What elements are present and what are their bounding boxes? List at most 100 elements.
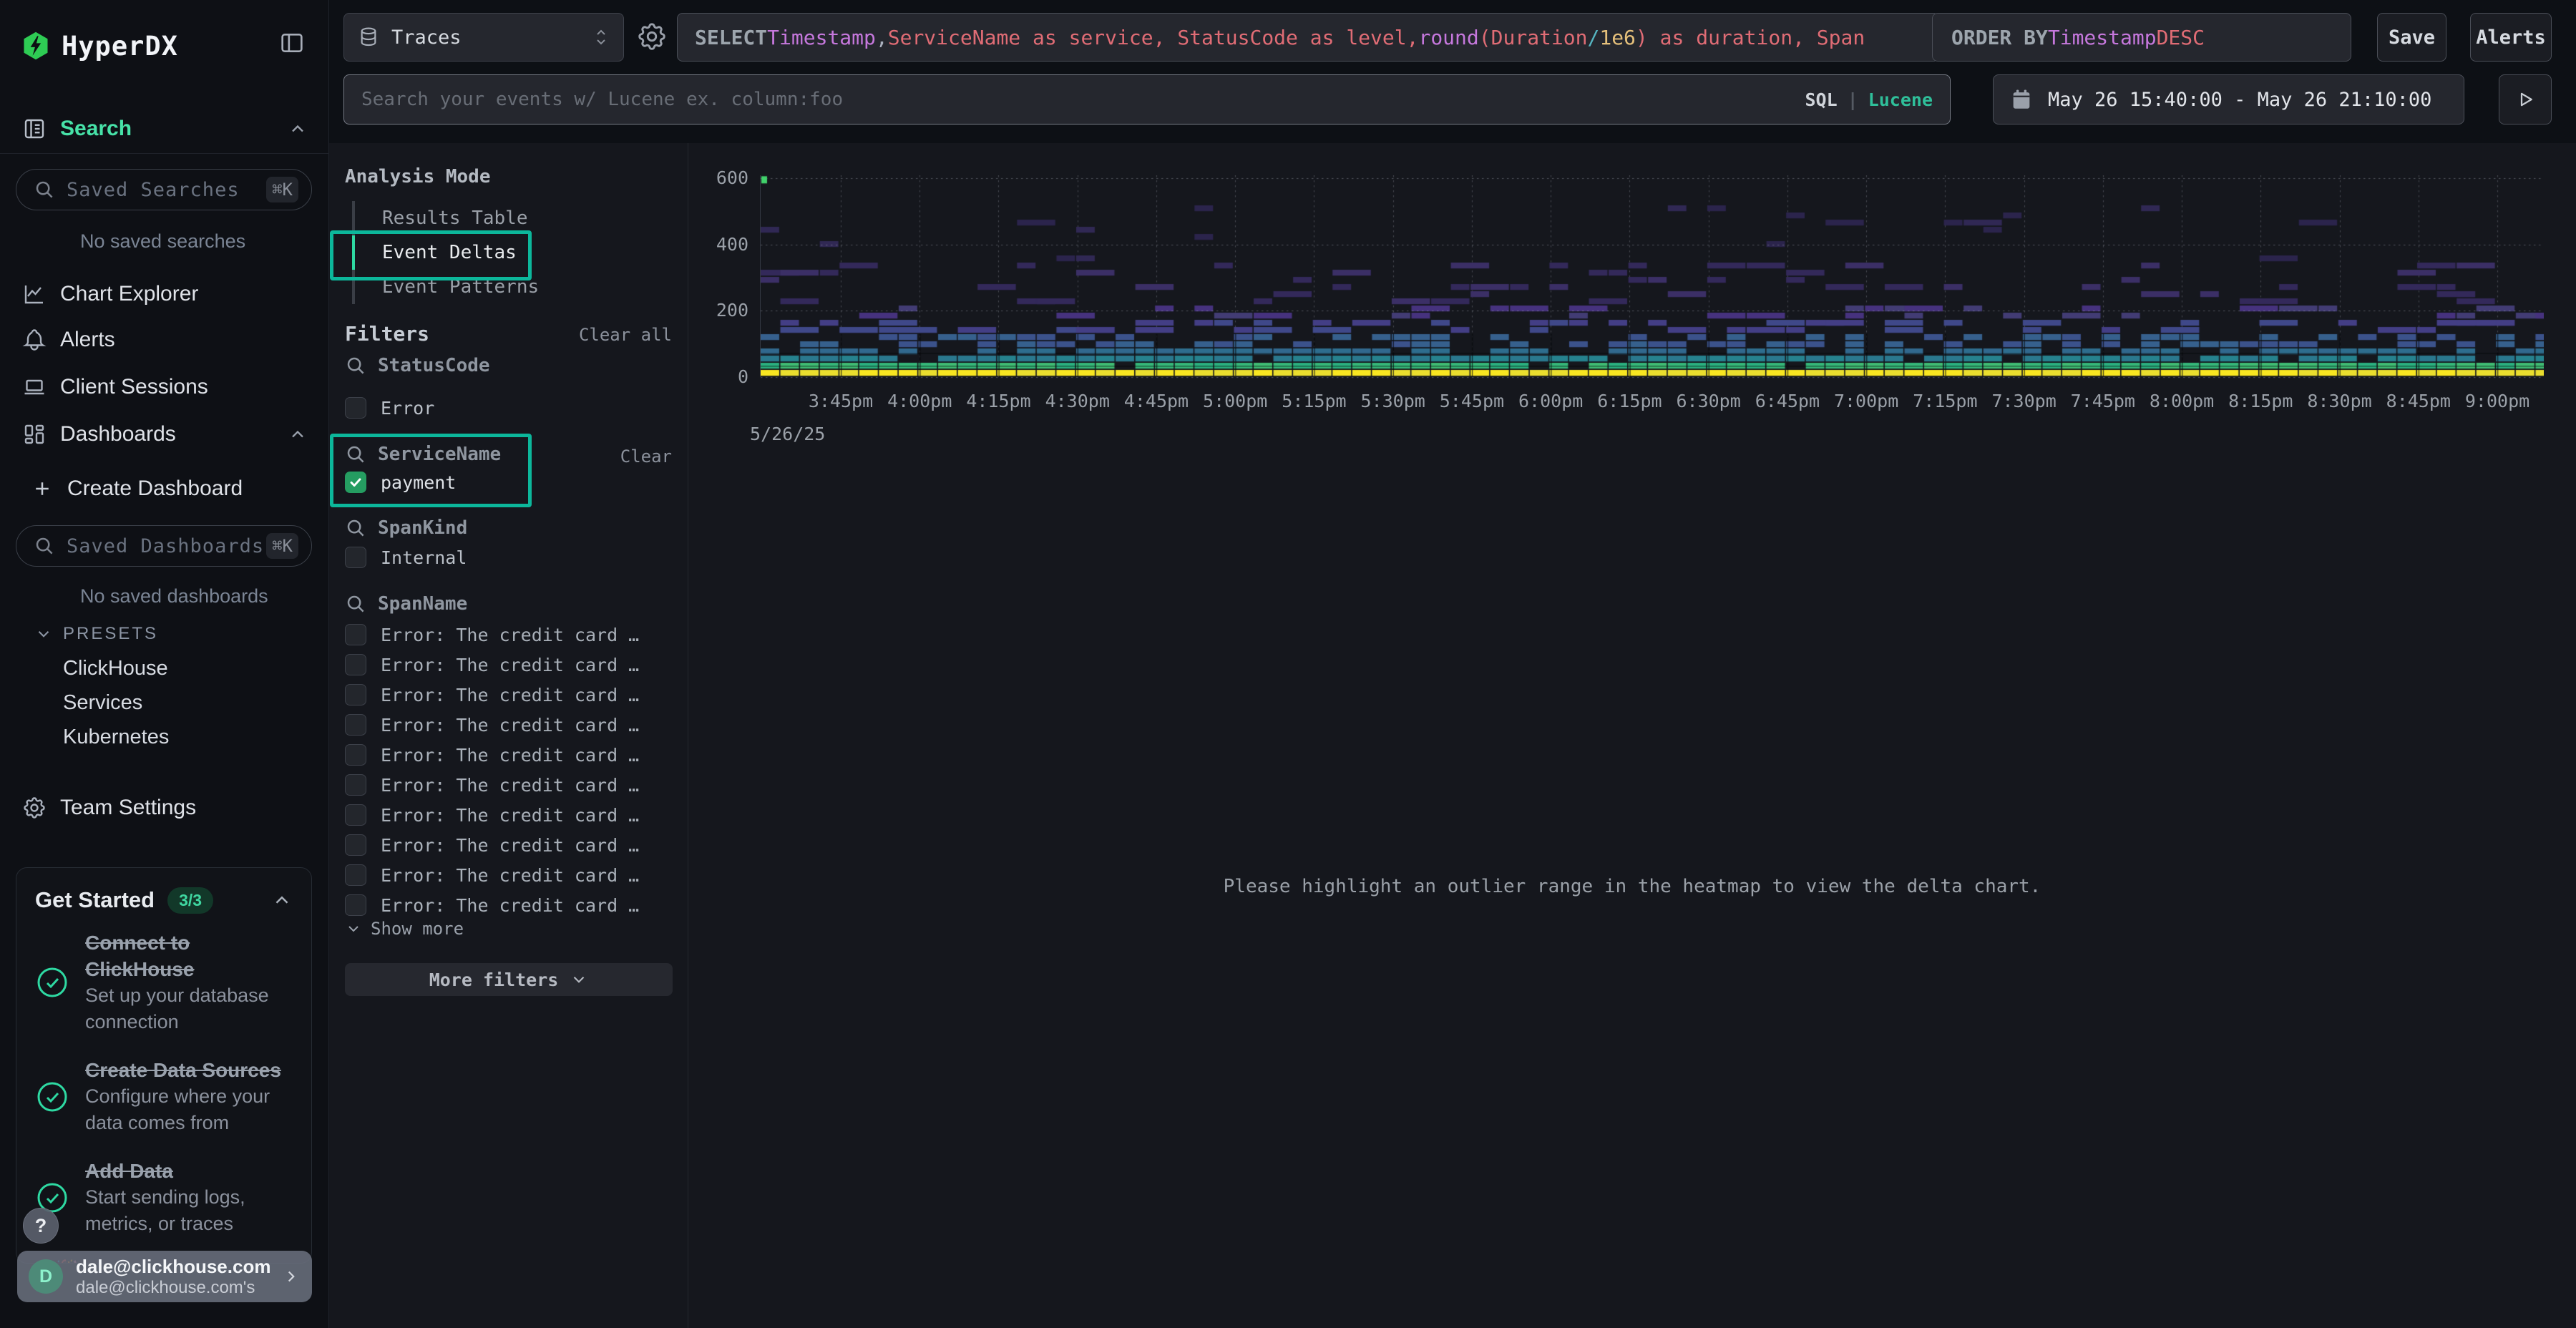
checkbox-unchecked[interactable] xyxy=(345,684,366,706)
clear-all-link[interactable]: Clear all xyxy=(579,325,672,345)
checklist-item-desc: Configure where your data comes from xyxy=(85,1083,300,1136)
sidebar-item-label: Team Settings xyxy=(60,796,196,820)
source-settings-gear-icon[interactable] xyxy=(635,20,668,53)
checkbox-unchecked[interactable] xyxy=(345,547,366,568)
checkbox-unchecked[interactable] xyxy=(345,864,366,886)
x-tick-label: 5:45pm xyxy=(1440,391,1504,411)
sql-field: Timestamp xyxy=(2048,26,2157,49)
x-tick-label: 5:00pm xyxy=(1203,391,1267,411)
sidebar-item-chart-explorer[interactable]: Chart Explorer xyxy=(0,276,329,312)
sidebar-item-team-settings[interactable]: Team Settings xyxy=(0,790,329,826)
duration-heatmap-canvas[interactable] xyxy=(761,175,2544,380)
source-select[interactable]: Traces xyxy=(343,13,624,62)
sql-operator: / xyxy=(1587,26,1599,49)
search-icon xyxy=(345,444,366,465)
sidebar-item-label: Chart Explorer xyxy=(60,282,198,306)
checkbox-unchecked[interactable] xyxy=(345,714,366,736)
chevron-up-icon[interactable] xyxy=(271,889,293,911)
sidebar-item-client-sessions[interactable]: Client Sessions xyxy=(0,369,329,405)
filter-option-spanname[interactable]: Error: The credit card … xyxy=(345,892,639,918)
checkbox-unchecked[interactable] xyxy=(345,834,366,856)
checkbox-unchecked[interactable] xyxy=(345,744,366,766)
language-toggle-sql[interactable]: SQL xyxy=(1805,89,1837,110)
sql-select-editor[interactable]: SELECT Timestamp, ServiceName as service… xyxy=(677,13,1939,62)
filter-option-spanname[interactable]: Error: The credit card … xyxy=(345,802,639,828)
preset-dashboard-services[interactable]: Services xyxy=(63,687,306,718)
filter-option-spanname[interactable]: Error: The credit card … xyxy=(345,862,639,888)
get-started-card: Get Started 3/3 Connect to ClickHouse Se… xyxy=(16,867,312,1264)
create-dashboard-label: Create Dashboard xyxy=(67,477,243,501)
show-more-toggle[interactable]: Show more xyxy=(345,919,464,939)
more-filters-button[interactable]: More filters xyxy=(345,963,673,996)
checklist-item-title: Add Data xyxy=(85,1158,300,1184)
filter-group-servicename[interactable]: ServiceName xyxy=(345,444,501,465)
run-query-button[interactable] xyxy=(2499,74,2552,125)
plus-icon xyxy=(31,478,53,499)
language-toggle-lucene[interactable]: Lucene xyxy=(1868,89,1933,110)
sidebar-item-label: Alerts xyxy=(60,328,115,352)
sidebar-item-alerts[interactable]: Alerts xyxy=(0,322,329,358)
heatmap-pane: 0200400600 3:45pm4:00pm4:15pm4:30pm4:45p… xyxy=(688,143,2576,1328)
chevron-down-icon xyxy=(345,920,362,937)
save-button[interactable]: Save xyxy=(2377,13,2446,62)
checkbox-unchecked[interactable] xyxy=(345,397,366,419)
checkbox-checked[interactable] xyxy=(345,472,366,493)
sidebar-item-search[interactable]: Search xyxy=(0,111,329,147)
filter-option-spanname[interactable]: Error: The credit card … xyxy=(345,652,639,678)
preset-dashboard-clickhouse[interactable]: ClickHouse xyxy=(63,653,306,684)
sidebar-collapse-icon[interactable] xyxy=(278,29,306,57)
user-menu[interactable]: D dale@clickhouse.com dale@clickhouse.co… xyxy=(17,1251,312,1302)
filters-label: Filters xyxy=(345,322,429,346)
x-tick-label: 6:00pm xyxy=(1518,391,1583,411)
clear-link[interactable]: Clear xyxy=(620,446,672,467)
create-dashboard-button[interactable]: Create Dashboard xyxy=(31,472,361,505)
filter-option-spanname[interactable]: Error: The credit card … xyxy=(345,772,639,798)
filter-option-spanname[interactable]: Error: The credit card … xyxy=(345,742,639,768)
filter-option-spanname[interactable]: Error: The credit card … xyxy=(345,682,639,708)
filter-option-spanname[interactable]: Error: The credit card … xyxy=(345,622,639,648)
y-tick-label: 0 xyxy=(688,366,748,388)
checkbox-unchecked[interactable] xyxy=(345,624,366,645)
filter-option-spanname[interactable]: Error: The credit card … xyxy=(345,712,639,738)
analysis-mode-option[interactable]: Event Deltas xyxy=(352,235,667,270)
filter-option-error[interactable]: Error xyxy=(345,395,434,421)
chevron-down-icon xyxy=(570,970,588,989)
filter-group-title: SpanKind xyxy=(378,517,467,539)
analysis-mode-label: Results Table xyxy=(382,208,528,229)
progress-badge: 3/3 xyxy=(167,887,213,914)
saved-searches-input[interactable]: Saved Searches ⌘K xyxy=(16,169,312,210)
check-circle-icon xyxy=(35,1080,69,1114)
filter-group-statuscode[interactable]: StatusCode xyxy=(345,355,490,376)
filter-group-title: ServiceName xyxy=(378,444,501,465)
checkbox-unchecked[interactable] xyxy=(345,894,366,916)
filter-option-label: Error: The credit card … xyxy=(381,895,639,916)
filter-group-spankind[interactable]: SpanKind xyxy=(345,517,467,539)
filter-option-spanname[interactable]: Error: The credit card … xyxy=(345,832,639,858)
help-button[interactable]: ? xyxy=(23,1208,59,1244)
preset-dashboard-kubernetes[interactable]: Kubernetes xyxy=(63,721,306,753)
filter-option-internal[interactable]: Internal xyxy=(345,545,467,570)
filter-option-label: Error: The credit card … xyxy=(381,835,639,856)
analysis-mode-option[interactable]: Results Table xyxy=(352,201,667,235)
alerts-button[interactable]: Alerts xyxy=(2470,13,2552,62)
checklist-item[interactable]: Add Data Start sending logs, metrics, or… xyxy=(35,1158,293,1237)
database-icon xyxy=(357,26,380,49)
filter-group-spanname[interactable]: SpanName xyxy=(345,593,467,615)
checklist-item[interactable]: Create Data Sources Configure where your… xyxy=(35,1057,293,1136)
event-search-input[interactable]: Search your events w/ Lucene ex. column:… xyxy=(343,74,1951,125)
analysis-mode-option[interactable]: Event Patterns xyxy=(352,270,667,304)
x-tick-label: 4:00pm xyxy=(887,391,952,411)
saved-dashboards-input[interactable]: Saved Dashboards ⌘K xyxy=(16,525,312,567)
order-by-editor[interactable]: ORDER BY Timestamp DESC xyxy=(1932,13,2351,62)
checkbox-unchecked[interactable] xyxy=(345,654,366,675)
time-range-picker[interactable]: May 26 15:40:00 - May 26 21:10:00 xyxy=(1993,74,2464,125)
sidebar-item-dashboards[interactable]: Dashboards xyxy=(0,416,329,452)
checkbox-unchecked[interactable] xyxy=(345,804,366,826)
chevron-right-icon xyxy=(282,1267,301,1286)
checkbox-unchecked[interactable] xyxy=(345,774,366,796)
checklist-item[interactable]: Connect to ClickHouse Set up your databa… xyxy=(35,929,293,1035)
filter-option-payment[interactable]: payment xyxy=(345,469,456,495)
x-tick-label: 7:15pm xyxy=(1913,391,1977,411)
presets-toggle[interactable]: PRESETS xyxy=(34,624,364,644)
time-range-value: May 26 15:40:00 - May 26 21:10:00 xyxy=(2048,89,2431,111)
